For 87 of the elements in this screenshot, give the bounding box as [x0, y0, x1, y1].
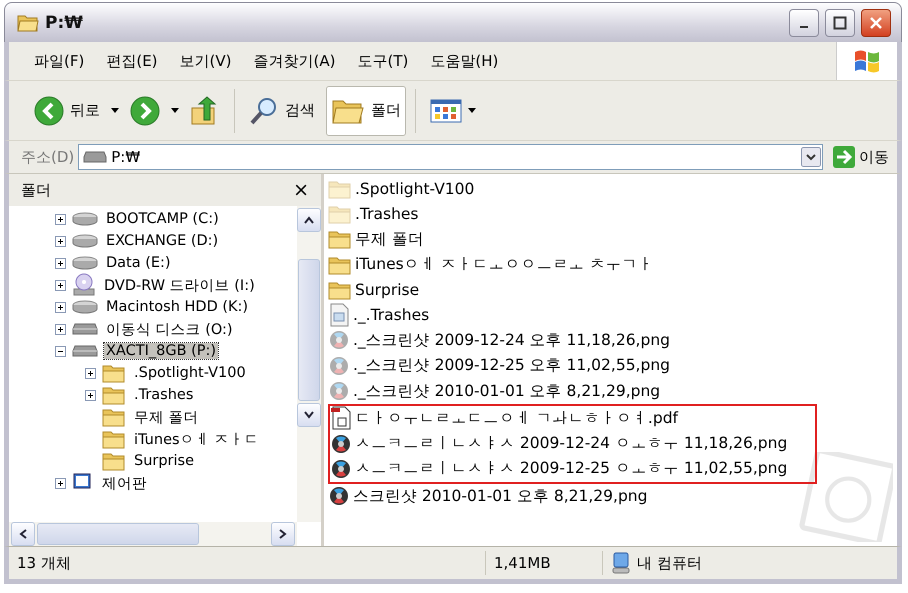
menu-item[interactable]: 파일(F): [23, 48, 96, 74]
tree-item[interactable]: Macintosh HDD (K:): [104, 299, 250, 315]
file-name[interactable]: ㅅㅡㅋㅡㄹㅣㄴㅅㅑㅅ 2009-12-25 ㅇㅗㅎㅜ 11,02,55,png: [355, 458, 788, 480]
dropdown-arrow-icon[interactable]: [111, 108, 119, 113]
views-icon: [430, 98, 462, 122]
tree-item[interactable]: Data (E:): [104, 255, 173, 271]
dropdown-arrow-icon: [468, 108, 476, 113]
scroll-down-icon[interactable]: [304, 411, 314, 419]
address-field[interactable]: P:₩: [78, 144, 823, 170]
go-button[interactable]: 이동: [827, 146, 889, 168]
tree-item[interactable]: Surprise: [132, 453, 196, 469]
close-icon: [869, 16, 883, 30]
expand-icon[interactable]: [55, 302, 66, 312]
expand-icon[interactable]: [55, 478, 66, 488]
tree-item[interactable]: XACTI_8GB (P:): [104, 343, 218, 359]
file-name[interactable]: ._스크린샷 2009-12-25 오후 11,02,55,png: [353, 355, 670, 376]
dropdown-button[interactable]: [801, 147, 821, 167]
tree-item[interactable]: 이동식 디스크 (O:): [104, 320, 235, 338]
dropdown-arrow-icon[interactable]: [171, 108, 179, 113]
minimize-button[interactable]: [789, 8, 819, 36]
scroll-right-icon[interactable]: [279, 529, 287, 539]
zone-label: 내 컴퓨터: [637, 554, 702, 572]
address-label: 주소(D): [21, 148, 74, 166]
search-button[interactable]: 검색: [244, 86, 320, 136]
drive-icon: [72, 234, 98, 248]
tree-item[interactable]: DVD-RW 드라이브 (I:): [102, 276, 257, 294]
file-name[interactable]: .Trashes: [355, 204, 418, 223]
folder-icon: [102, 363, 126, 383]
maximize-button[interactable]: [825, 8, 855, 36]
close-pane-button[interactable]: ×: [289, 179, 313, 201]
maximize-icon: [833, 16, 847, 30]
file-name[interactable]: ㅅㅡㅋㅡㄹㅣㄴㅅㅑㅅ 2009-12-24 ㅇㅗㅎㅜ 11,18,26,png: [355, 433, 788, 454]
drive-icon: [72, 322, 98, 336]
expand-icon[interactable]: [55, 280, 66, 290]
drive-icon: [72, 256, 98, 270]
drive-icon: [83, 151, 108, 163]
tree-item[interactable]: .Trashes: [132, 387, 196, 403]
expand-icon[interactable]: [85, 368, 96, 378]
expand-icon[interactable]: [55, 324, 66, 334]
scroll-up-icon[interactable]: [304, 216, 314, 224]
menu-item[interactable]: 즐겨찾기(A): [242, 48, 346, 74]
collapse-icon[interactable]: [55, 346, 66, 356]
menu-item[interactable]: 도구(T): [346, 48, 420, 74]
file-name[interactable]: .Spotlight-V100: [355, 180, 474, 198]
drive-icon: [72, 344, 98, 358]
object-count: 13 개체: [9, 551, 486, 575]
back-button[interactable]: 뒤로: [29, 86, 105, 136]
close-button[interactable]: [861, 8, 891, 36]
folder-icon: [102, 451, 126, 471]
vertical-scrollbar[interactable]: [297, 206, 321, 522]
expand-icon[interactable]: [55, 236, 66, 246]
tree-item[interactable]: EXCHANGE (D:): [104, 233, 220, 249]
search-icon: [249, 96, 279, 126]
drive-icon: [72, 300, 98, 314]
file-name[interactable]: ._.Trashes: [353, 306, 430, 324]
tree-item[interactable]: iTunesㅇㅔ ㅈㅏㄷ: [132, 430, 262, 448]
file-name[interactable]: iTunesㅇㅔ ㅈㅏㄷㅗㅇㅇㅡㄹㅗ ㅊㅜㄱㅏ: [355, 254, 654, 276]
tree-item[interactable]: BOOTCAMP (C:): [104, 211, 221, 227]
minimize-icon: [800, 26, 808, 28]
folder-icon: [17, 14, 39, 32]
file-name[interactable]: ._스크린샷 2009-12-24 오후 11,18,26,png: [353, 330, 670, 351]
drive-icon: [72, 212, 98, 226]
menu-item[interactable]: 도움말(H): [419, 48, 510, 74]
folder-icon: [102, 385, 126, 405]
menu-item[interactable]: 편집(E): [95, 48, 169, 74]
file-name[interactable]: 스크린샷 2010-01-01 오후 8,21,29,png: [353, 486, 648, 507]
disc-drive-icon: [72, 273, 96, 297]
tree-item[interactable]: .Spotlight-V100: [132, 365, 248, 381]
pane-title: 폴더: [21, 180, 51, 200]
folder-icon: [102, 407, 126, 427]
folder-icon: [102, 429, 126, 449]
file-name[interactable]: ._스크린샷 2010-01-01 오후 8,21,29,png: [353, 380, 660, 402]
file-name[interactable]: 무제 폴더: [355, 228, 424, 250]
folders-button[interactable]: 폴더: [326, 86, 406, 136]
file-name[interactable]: Surprise: [355, 280, 420, 299]
file-name[interactable]: ㄷㅏㅇㅜㄴㄹㅗㄷㅡㅇㅔ ㄱㅘㄴㅎㅏㅇㅕ.pdf: [355, 408, 678, 429]
horizontal-scrollbar[interactable]: [9, 522, 297, 546]
expand-icon[interactable]: [55, 258, 66, 268]
menu-item[interactable]: 보기(V): [168, 48, 242, 74]
computer-icon: [611, 552, 631, 574]
scroll-left-icon[interactable]: [19, 529, 27, 539]
expand-icon[interactable]: [55, 214, 66, 224]
tree-item[interactable]: 제어판: [100, 474, 149, 492]
expand-icon[interactable]: [85, 390, 96, 400]
tree-item[interactable]: 무제 폴더: [132, 408, 201, 426]
total-size: 1,41MB: [486, 551, 603, 575]
window-title: P:₩: [45, 12, 84, 32]
